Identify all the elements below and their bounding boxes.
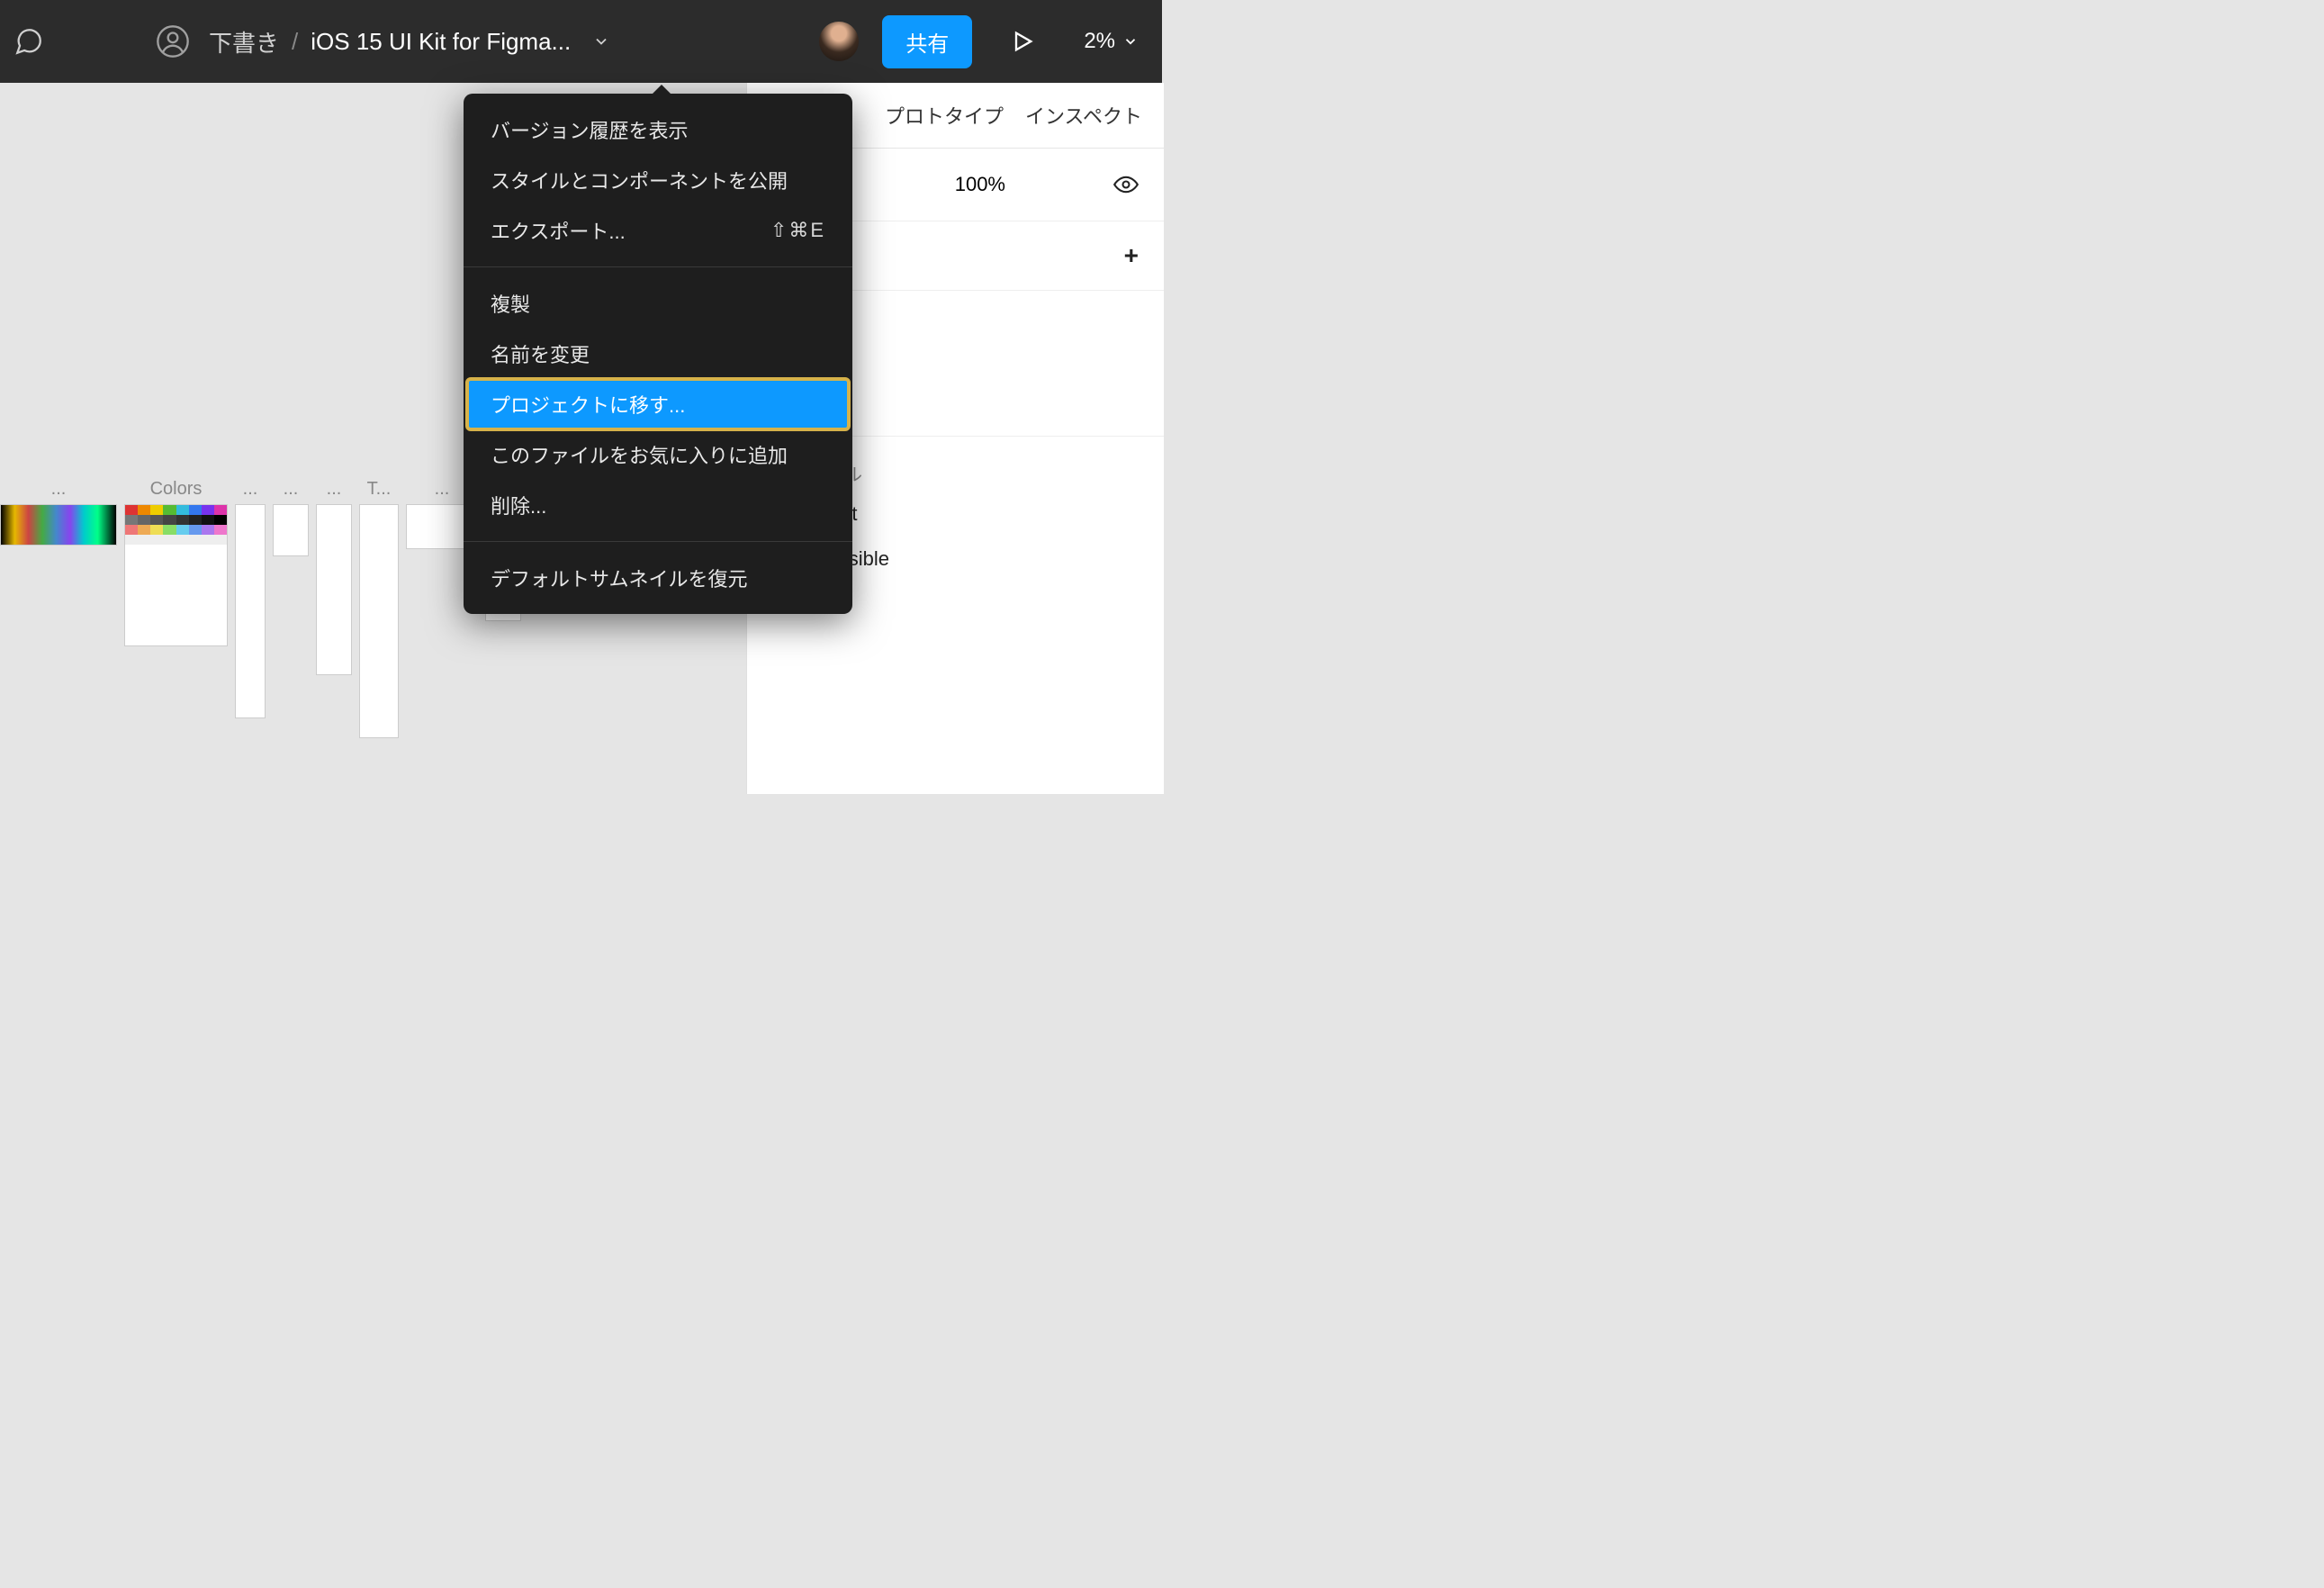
frame-label: ...	[435, 479, 450, 501]
menu-separator	[464, 541, 852, 542]
menu-shortcut: ⇧⌘E	[770, 219, 825, 242]
menu-publish-styles[interactable]: スタイルとコンポーネントを公開	[464, 155, 852, 205]
file-dropdown-menu: バージョン履歴を表示 スタイルとコンポーネントを公開 エクスポート... ⇧⌘E…	[464, 94, 852, 614]
present-icon[interactable]	[1010, 29, 1035, 54]
menu-item-label: プロジェクトに移す...	[491, 390, 685, 419]
frame-thumb[interactable]	[273, 504, 309, 556]
menu-item-label: デフォルトサムネイルを復元	[491, 564, 748, 592]
share-button[interactable]: 共有	[882, 15, 972, 68]
menu-item-label: エクスポート...	[491, 216, 626, 245]
bg-opacity: 100%	[955, 173, 1005, 196]
avatar[interactable]	[819, 22, 859, 61]
frame-label: T...	[367, 479, 392, 501]
menu-rename[interactable]: 名前を変更	[464, 329, 852, 379]
frame-label: Colors	[150, 479, 203, 501]
frame-thumb[interactable]	[0, 504, 117, 546]
menu-item-label: 複製	[491, 289, 530, 318]
menu-show-version-history[interactable]: バージョン履歴を表示	[464, 104, 852, 155]
frame-thumb[interactable]	[359, 504, 399, 738]
frame-label: ...	[284, 479, 299, 501]
chevron-down-icon[interactable]	[592, 32, 610, 50]
menu-add-to-favorites[interactable]: このファイルをお気に入りに追加	[464, 429, 852, 480]
chevron-down-icon	[1122, 33, 1139, 50]
add-style-button[interactable]: +	[1124, 241, 1139, 270]
breadcrumb-separator: /	[292, 28, 298, 56]
menu-item-label: スタイルとコンポーネントを公開	[491, 166, 788, 194]
breadcrumb-drafts[interactable]: 下書き	[209, 25, 279, 59]
zoom-value: 2%	[1084, 29, 1115, 54]
tab-inspect[interactable]: インスペクト	[1025, 101, 1142, 130]
frame-label: ...	[243, 479, 258, 501]
menu-delete[interactable]: 削除...	[464, 480, 852, 530]
comment-icon[interactable]	[11, 26, 47, 57]
frame-thumb[interactable]	[316, 504, 352, 675]
menu-item-label: 削除...	[491, 491, 546, 519]
breadcrumb: 下書き / iOS 15 UI Kit for Figma...	[209, 25, 610, 59]
menu-item-label: バージョン履歴を表示	[491, 115, 689, 144]
breadcrumb-filename[interactable]: iOS 15 UI Kit for Figma...	[311, 28, 571, 56]
menu-move-to-project[interactable]: プロジェクトに移す...	[467, 379, 849, 429]
menu-separator	[464, 266, 852, 267]
menu-item-label: このファイルをお気に入りに追加	[491, 440, 788, 469]
menu-item-label: 名前を変更	[491, 339, 590, 368]
frame-thumb[interactable]	[124, 504, 228, 646]
frame-label: ...	[327, 479, 342, 501]
zoom-control[interactable]: 2%	[1084, 29, 1139, 54]
menu-duplicate[interactable]: 複製	[464, 278, 852, 329]
eye-icon[interactable]	[1113, 172, 1139, 197]
menu-restore-thumbnail[interactable]: デフォルトサムネイルを復元	[464, 553, 852, 603]
frame-label: ...	[51, 479, 67, 501]
menu-export[interactable]: エクスポート... ⇧⌘E	[464, 205, 852, 256]
owner-icon[interactable]	[153, 22, 193, 61]
toolbar: 下書き / iOS 15 UI Kit for Figma... 共有 2%	[0, 0, 1162, 83]
tab-prototype[interactable]: プロトタイプ	[885, 101, 1004, 130]
frame-thumb[interactable]	[235, 504, 266, 718]
